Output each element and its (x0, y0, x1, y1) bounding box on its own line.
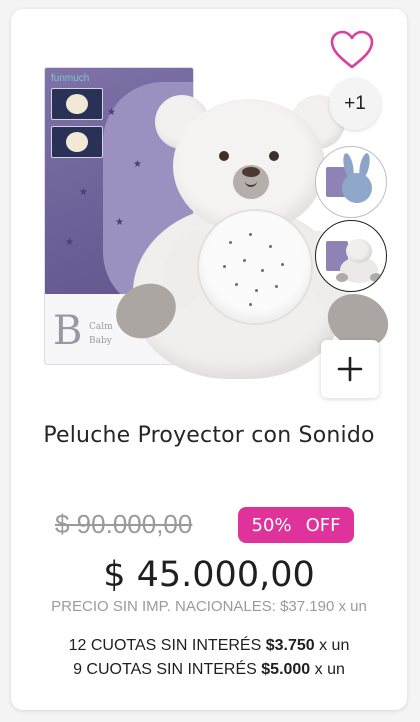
discount-badge: 50% OFF (238, 507, 354, 543)
more-images-button[interactable]: +1 (329, 78, 381, 130)
projector-dot (255, 289, 258, 292)
add-button[interactable] (321, 340, 379, 398)
plus-icon (337, 356, 363, 382)
projector-dot (223, 265, 226, 268)
installment-label: 9 CUOTAS SIN INTERÉS (73, 661, 257, 678)
heart-outline-icon (330, 30, 374, 69)
box-logo-letter: B (53, 308, 83, 354)
projector-dot (249, 233, 252, 236)
thumbnail-bear-head (346, 239, 372, 263)
installment-amount: $5.000 (261, 661, 311, 678)
original-price: $ 90.000,00 (55, 509, 193, 539)
product-title[interactable]: Peluche Proyector con Sonido (11, 423, 407, 448)
favorite-button[interactable] (329, 29, 375, 71)
thumbnail-bear-paw (370, 273, 382, 282)
star-icon: ★ (65, 237, 74, 248)
bear-eye (219, 151, 229, 161)
projector-dot (249, 303, 252, 306)
product-card[interactable]: ★ ★ ★ ★ ★ ★ funmuch B Calm Baby (11, 9, 407, 710)
box-thumbnail (51, 126, 103, 158)
star-icon: ★ (79, 187, 88, 198)
current-price: $ 45.000,00 (103, 555, 315, 595)
projector-dot (261, 269, 264, 272)
projector-dot (235, 283, 238, 286)
box-brand-logo: funmuch (51, 73, 90, 84)
thumbnail-bear-paw (336, 273, 348, 282)
projector-dot (275, 285, 278, 288)
installment-suffix: x un (314, 661, 345, 678)
bear-nose (242, 167, 260, 177)
installment-label: 12 CUOTAS SIN INTERÉS (68, 637, 262, 654)
discount-percent: 50% (251, 514, 292, 536)
gallery-thumbnail-bunny[interactable] (315, 146, 387, 218)
price-without-taxes: PRECIO SIN IMP. NACIONALES: $37.190 x un (51, 598, 367, 615)
star-projector (197, 209, 313, 325)
installment-suffix: x un (319, 637, 350, 654)
installment-amount: $3.750 (265, 637, 315, 654)
projector-dot (243, 259, 246, 262)
discount-label: OFF (305, 514, 341, 536)
bear-eye (269, 151, 279, 161)
installment-option: 9 CUOTAS SIN INTERÉS $5.000 x un (11, 661, 407, 679)
projector-dot (281, 263, 284, 266)
box-thumbnail (51, 88, 103, 120)
projector-dot (269, 245, 272, 248)
bunny-body (342, 173, 372, 203)
projector-dot (229, 241, 232, 244)
gallery-thumbnail-bear-selected[interactable] (315, 220, 387, 292)
installment-option: 12 CUOTAS SIN INTERÉS $3.750 x un (11, 637, 407, 655)
teddy-bear-image (106, 79, 398, 379)
